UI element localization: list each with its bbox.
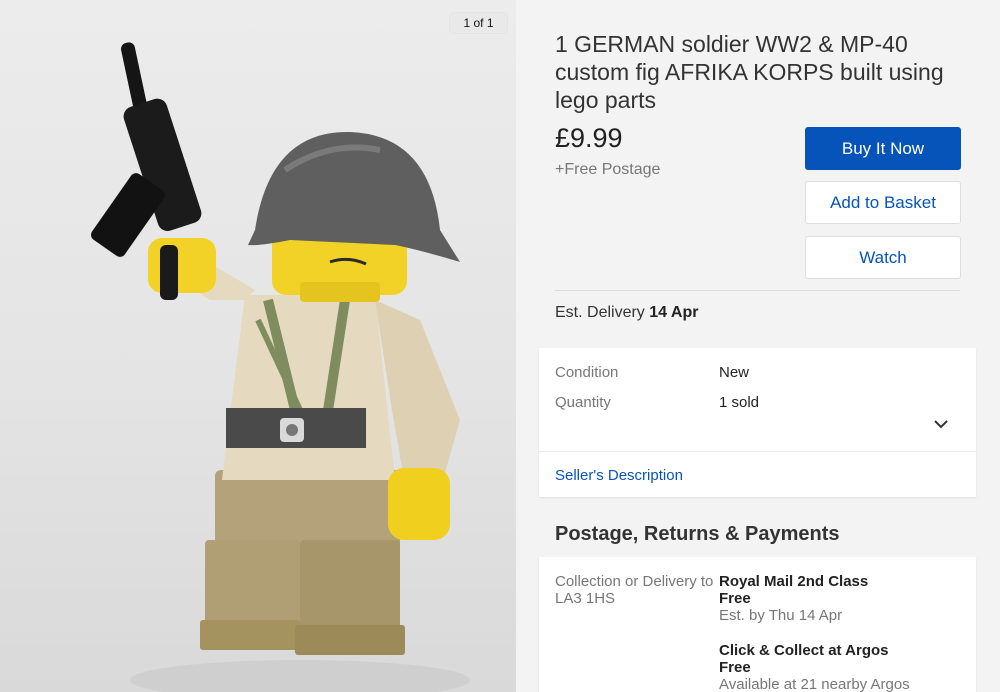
watch-button[interactable]: Watch	[805, 236, 961, 279]
price: £9.99	[555, 123, 623, 153]
postage-option: Royal Mail 2nd Class Free Est. by Thu 14…	[719, 573, 868, 624]
postage-service: Click & Collect at Argos	[719, 642, 889, 659]
postage-cost: Free	[719, 590, 751, 607]
chevron-down-icon[interactable]	[933, 416, 949, 432]
estimated-delivery: Est. Delivery 14 Apr	[555, 304, 698, 322]
section-title-postage: Postage, Returns & Payments	[555, 523, 840, 545]
product-photo	[91, 42, 470, 692]
item-specifics-card: Condition New Quantity 1 sold Seller's D…	[539, 348, 976, 497]
listing-title: 1 GERMAN soldier WW2 & MP-40 custom fig …	[555, 31, 944, 113]
postage-card: Collection or Delivery to LA3 1HS Royal …	[539, 557, 976, 692]
condition-label: Condition	[555, 364, 619, 381]
add-to-basket-button[interactable]: Add to Basket	[805, 181, 961, 224]
listing-details-panel: 1 GERMAN soldier WW2 & MP-40 custom fig …	[516, 0, 1000, 692]
quantity-label: Quantity	[555, 394, 611, 411]
postage-estimate: Est. by Thu 14 Apr	[719, 607, 843, 624]
sellers-description-link[interactable]: Seller's Description	[555, 467, 683, 484]
collection-location-label: Collection or Delivery to LA3 1HS	[555, 573, 714, 607]
postage-availability: Available at 21 nearby Argos	[719, 676, 910, 692]
product-image-panel[interactable]: 1 of 1	[0, 0, 516, 692]
buy-it-now-button[interactable]: Buy It Now	[805, 127, 961, 170]
postage-cost: +Free Postage	[555, 161, 661, 178]
quantity-value: 1 sold	[719, 394, 760, 411]
delivery-label: Est. Delivery	[555, 304, 645, 321]
divider	[555, 290, 960, 291]
postage-option: Click & Collect at Argos Free Available …	[719, 642, 910, 692]
postage-cost: Free	[719, 659, 751, 676]
postage-service: Royal Mail 2nd Class	[719, 573, 869, 590]
card-divider	[539, 451, 976, 452]
image-counter: 1 of 1	[450, 13, 507, 33]
delivery-date: 14 Apr	[649, 304, 699, 321]
condition-value: New	[719, 364, 750, 381]
